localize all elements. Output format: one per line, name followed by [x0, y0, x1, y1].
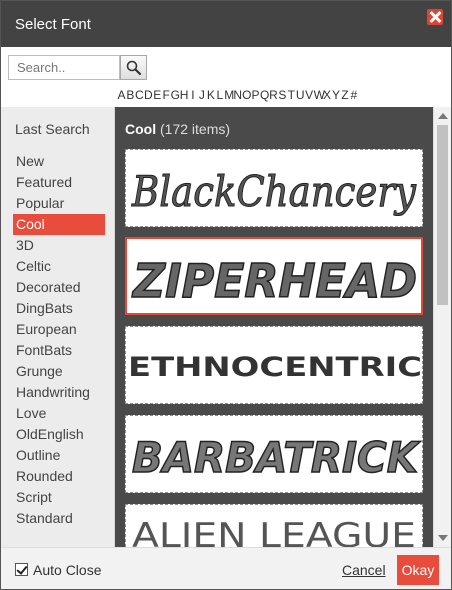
vertical-scrollbar[interactable]	[433, 107, 451, 547]
letter-filter[interactable]: N	[233, 88, 242, 102]
letter-filter[interactable]: C	[135, 88, 144, 102]
search-area: ABCDEFGHIJKLMNOPQRSTUVWXYZ#	[1, 47, 451, 107]
scroll-down-icon[interactable]	[438, 535, 448, 541]
okay-button[interactable]: Okay	[397, 555, 439, 585]
select-font-dialog: Select Font ABCDEFGHIJKLMNOPQRSTUVWXYZ# …	[0, 0, 452, 590]
last-search-link[interactable]: Last Search	[15, 121, 90, 137]
letter-filter[interactable]: M	[224, 88, 234, 102]
category-item[interactable]: Script	[13, 487, 105, 508]
letter-filter[interactable]: K	[206, 88, 215, 102]
category-item[interactable]: OldEnglish	[13, 424, 105, 445]
font-preview-label: BARBATRICK	[132, 433, 421, 482]
category-item[interactable]: 3D	[13, 235, 105, 256]
category-item[interactable]: Decorated	[13, 277, 105, 298]
category-item[interactable]: FontBats	[13, 340, 105, 361]
category-item[interactable]: Outline	[13, 445, 105, 466]
letter-filter[interactable]: E	[153, 88, 162, 102]
letter-filter[interactable]: X	[323, 88, 332, 102]
scroll-thumb[interactable]	[437, 125, 448, 305]
scroll-up-icon[interactable]	[438, 113, 448, 119]
category-item[interactable]: Love	[13, 403, 105, 424]
close-icon[interactable]	[427, 9, 443, 25]
category-item[interactable]: Handwriting	[13, 382, 105, 403]
category-item[interactable]: Celtic	[13, 256, 105, 277]
category-item[interactable]: Grunge	[13, 361, 105, 382]
letter-filter[interactable]: S	[278, 88, 287, 102]
letter-filter[interactable]: H	[180, 88, 189, 102]
font-tile-ethnocentric[interactable]: ETHNOCENTRIC	[125, 326, 423, 404]
font-tile-alien-league[interactable]: ALIEN LEAGUE	[125, 504, 423, 547]
font-list-panel: Cool (172 items) BlackChancery ZIPERHEAD…	[115, 107, 433, 547]
dialog-footer: Auto Close Cancel Okay	[1, 547, 451, 589]
letter-filter[interactable]: V	[305, 88, 314, 102]
font-preview-label: BlackChancery	[131, 167, 417, 216]
letter-filter[interactable]: U	[296, 88, 305, 102]
search-input[interactable]	[8, 55, 120, 80]
letter-filter[interactable]: Q	[260, 88, 269, 102]
category-list: New Featured Popular Cool 3D Celtic Decorated D…	[13, 151, 105, 529]
cancel-button[interactable]: Cancel	[342, 562, 386, 578]
category-heading: Cool (172 items)	[125, 121, 230, 137]
letter-filter[interactable]: L	[215, 88, 224, 102]
category-item[interactable]: European	[13, 319, 105, 340]
title-bar: Select Font	[1, 1, 451, 47]
letter-filter[interactable]: W	[314, 88, 325, 102]
letter-filter[interactable]: I	[189, 88, 198, 102]
category-item[interactable]: New	[13, 151, 105, 172]
auto-close-label[interactable]: Auto Close	[33, 562, 101, 578]
search-icon	[126, 60, 142, 76]
letter-filter[interactable]: P	[251, 88, 260, 102]
letter-filter[interactable]: D	[144, 88, 153, 102]
font-preview-label: ZIPERHEAD	[131, 254, 417, 308]
letter-filter[interactable]: J	[197, 88, 206, 102]
font-preview-label: ETHNOCENTRIC	[128, 352, 422, 383]
font-preview-label: ALIEN LEAGUE	[132, 516, 416, 547]
letter-filter[interactable]: A	[117, 88, 126, 102]
letter-filter[interactable]: Y	[332, 88, 341, 102]
letter-filter[interactable]: #	[349, 88, 358, 102]
category-item[interactable]: Cool	[13, 214, 105, 235]
letter-filter[interactable]: R	[269, 88, 278, 102]
letter-filter[interactable]: O	[242, 88, 251, 102]
font-tile-barbatrick[interactable]: BARBATRICK	[125, 415, 423, 493]
category-item[interactable]: DingBats	[13, 298, 105, 319]
item-count: (172 items)	[160, 121, 231, 137]
letter-filter[interactable]: F	[162, 88, 171, 102]
font-tile-blackchancery[interactable]: BlackChancery	[125, 149, 423, 227]
dialog-title: Select Font	[15, 16, 91, 33]
category-item[interactable]: Rounded	[13, 466, 105, 487]
search-button[interactable]	[120, 55, 147, 80]
letter-filter[interactable]: T	[287, 88, 296, 102]
category-name: Cool	[125, 121, 157, 137]
category-sidebar: Last Search New Featured Popular Cool 3D Celt…	[1, 107, 115, 547]
category-item[interactable]: Standard	[13, 508, 105, 529]
category-item[interactable]: Featured	[13, 172, 105, 193]
category-item[interactable]: Popular	[13, 193, 105, 214]
alphabet-filter: A B C D E F G H I J K L M N O P Q R S T U V W X Y Z #	[117, 88, 358, 102]
letter-filter[interactable]: B	[126, 88, 135, 102]
letter-filter[interactable]: G	[171, 88, 180, 102]
auto-close-checkbox[interactable]	[15, 563, 28, 576]
font-tile-ziperhead[interactable]: ZIPERHEAD	[125, 237, 423, 315]
letter-filter[interactable]: Z	[340, 88, 349, 102]
